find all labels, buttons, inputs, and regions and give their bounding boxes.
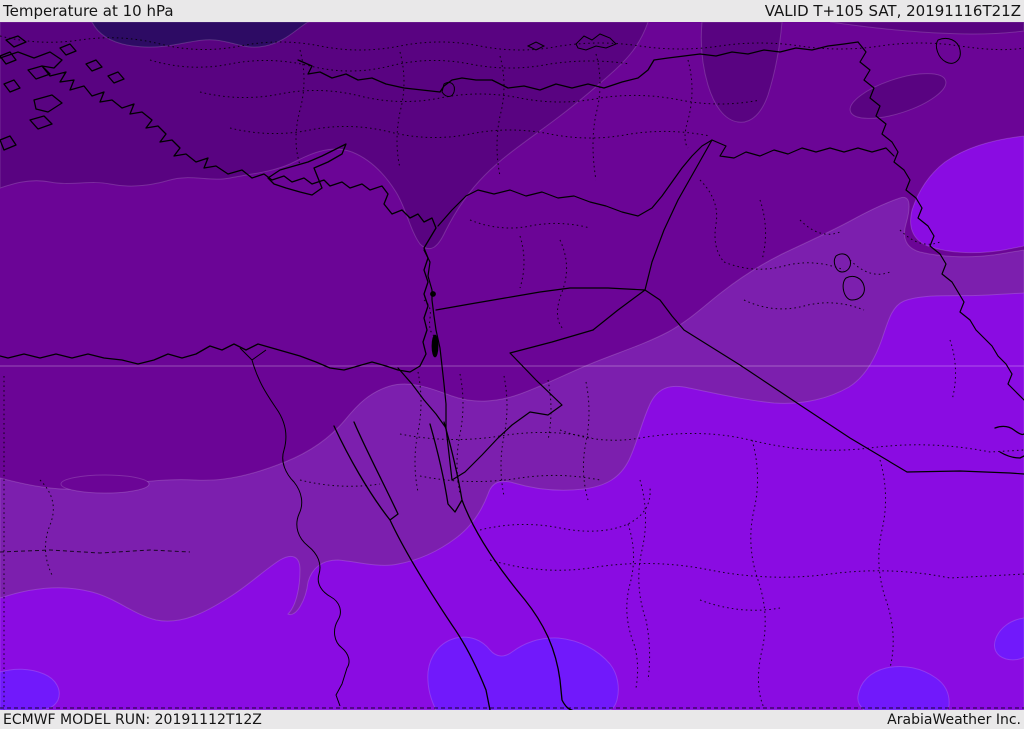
weather-map-screen: Temperature at 10 hPa VALID T+105 SAT, 2…	[0, 0, 1024, 729]
header-bar: Temperature at 10 hPa VALID T+105 SAT, 2…	[0, 0, 1024, 22]
valid-time-label: VALID T+105 SAT, 20191116T21Z	[764, 2, 1021, 20]
model-run-label: ECMWF MODEL RUN: 20191112T12Z	[3, 711, 262, 728]
footer-bar: ECMWF MODEL RUN: 20191112T12Z ArabiaWeat…	[0, 710, 1024, 729]
band-warmest-center	[427, 636, 619, 710]
dead-sea	[431, 334, 439, 358]
map-canvas	[0, 22, 1024, 710]
credit-label: ArabiaWeather Inc.	[887, 711, 1021, 728]
band-cold-tongue	[60, 474, 150, 494]
map-title: Temperature at 10 hPa	[3, 2, 174, 20]
weather-map	[0, 22, 1024, 710]
sea-of-galilee	[430, 291, 436, 297]
